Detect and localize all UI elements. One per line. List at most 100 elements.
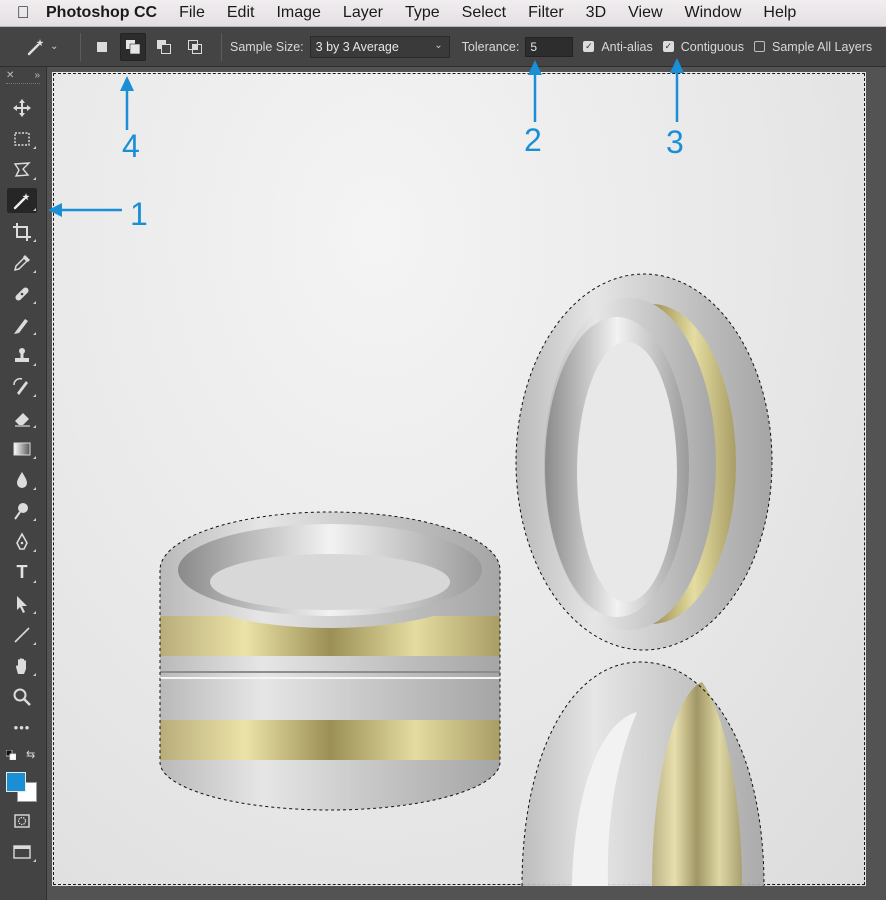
mac-menu-bar:  Photoshop CC File Edit Image Layer Typ… — [0, 0, 886, 27]
chevron-down-icon: ⌄ — [434, 39, 443, 51]
tools-panel: ✕ » T ••• ⇆ — [0, 67, 47, 900]
swap-colors-icon[interactable]: ⇆ — [26, 748, 35, 761]
add-to-selection-button[interactable] — [120, 32, 146, 61]
menu-view[interactable]: View — [628, 4, 662, 22]
path-selection-tool[interactable] — [7, 591, 37, 616]
left-ring — [159, 511, 501, 811]
move-icon — [13, 98, 31, 117]
annotation-label-4: 4 — [122, 128, 140, 164]
dodge-tool[interactable] — [7, 498, 37, 523]
hand-tool[interactable] — [7, 653, 37, 678]
eraser-tool[interactable] — [7, 405, 37, 430]
bandage-icon — [15, 286, 29, 301]
contiguous-checkbox[interactable]: ✓ — [662, 41, 674, 52]
screen-mode-icon — [13, 844, 31, 859]
default-colors-icon[interactable] — [6, 750, 16, 760]
history-brush-icon — [13, 377, 28, 395]
brush-tool[interactable] — [7, 312, 37, 337]
type-icon: T — [16, 562, 28, 582]
magnifier-icon — [13, 688, 31, 706]
tool-preset-picker[interactable]: ⌄ — [26, 32, 72, 62]
annotation-label-2: 2 — [524, 122, 542, 158]
lasso-tool[interactable] — [7, 157, 37, 182]
dodge-icon — [14, 502, 28, 520]
gradient-icon — [13, 442, 31, 455]
type-tool[interactable]: T — [7, 560, 37, 585]
sample-size-select[interactable]: 3 by 3 Average ⌄ — [309, 35, 450, 58]
hand-icon — [16, 657, 26, 674]
anti-alias-option[interactable]: ✓ Anti-alias — [583, 39, 653, 54]
healing-brush-tool[interactable] — [7, 281, 37, 306]
crop-icon — [13, 222, 31, 241]
color-swatches: ⇆ — [0, 746, 46, 808]
eyedropper-tool[interactable] — [7, 250, 37, 275]
gradient-tool[interactable] — [7, 436, 37, 461]
magic-wand-icon — [13, 192, 30, 209]
screen-mode-button[interactable] — [7, 839, 37, 864]
menu-type[interactable]: Type — [405, 4, 440, 22]
polygonal-lasso-icon — [13, 161, 31, 177]
divider — [80, 32, 81, 61]
close-icon[interactable]: ✕ — [6, 70, 14, 81]
rectangular-marquee-icon — [14, 131, 30, 146]
anti-alias-checkbox[interactable]: ✓ — [583, 41, 595, 52]
tolerance-label: Tolerance: — [461, 39, 520, 54]
intersect-selection-icon — [188, 39, 202, 54]
new-selection-button[interactable] — [89, 33, 115, 61]
crop-tool[interactable] — [7, 219, 37, 244]
blur-tool[interactable] — [7, 467, 37, 492]
brush-icon — [14, 318, 28, 334]
menu-image[interactable]: Image — [276, 4, 320, 22]
right-ring — [515, 273, 773, 886]
collapse-icon[interactable]: » — [34, 70, 40, 81]
zoom-tool[interactable] — [7, 684, 37, 709]
menu-file[interactable]: File — [179, 4, 205, 22]
tolerance-input[interactable] — [525, 36, 574, 57]
new-selection-icon — [97, 41, 107, 52]
more-tools-button[interactable]: ••• — [7, 715, 37, 740]
app-menu[interactable]: Photoshop CC — [46, 4, 157, 22]
subtract-from-selection-icon — [157, 39, 171, 54]
marquee-tool[interactable] — [7, 126, 37, 151]
pen-icon — [16, 531, 28, 550]
divider — [221, 32, 222, 61]
more-icon: ••• — [13, 720, 31, 735]
sample-size-value: 3 by 3 Average — [315, 39, 399, 54]
intersect-selection-button[interactable] — [182, 33, 208, 61]
sample-all-layers-label: Sample All Layers — [772, 39, 873, 54]
clone-stamp-tool[interactable] — [7, 343, 37, 368]
contiguous-option[interactable]: ✓ Contiguous — [662, 40, 744, 54]
menu-edit[interactable]: Edit — [227, 4, 255, 22]
eraser-icon — [15, 412, 30, 427]
menu-select[interactable]: Select — [462, 4, 506, 22]
sample-all-layers-checkbox[interactable] — [754, 41, 766, 52]
add-to-selection-icon — [126, 39, 141, 54]
quick-mask-icon — [14, 813, 30, 828]
quick-mask-button[interactable] — [7, 808, 37, 833]
history-brush-tool[interactable] — [7, 374, 37, 399]
subtract-from-selection-button[interactable] — [151, 33, 177, 61]
stamp-icon — [15, 347, 29, 362]
line-tool[interactable] — [7, 622, 37, 647]
options-bar: ⌄ Sample Size: 3 by 3 Average ⌄ Toleranc… — [0, 27, 886, 67]
foreground-color-swatch[interactable] — [6, 772, 26, 792]
move-tool[interactable] — [7, 95, 37, 120]
menu-layer[interactable]: Layer — [343, 4, 383, 22]
magic-wand-icon — [27, 38, 44, 55]
menu-window[interactable]: Window — [685, 4, 742, 22]
sample-size-label: Sample Size: — [230, 39, 304, 54]
menu-filter[interactable]: Filter — [528, 4, 564, 22]
annotation-label-1: 1 — [130, 196, 148, 232]
panel-grip[interactable] — [6, 83, 40, 87]
drop-icon — [17, 471, 27, 488]
anti-alias-label: Anti-alias — [601, 39, 653, 54]
sample-all-layers-option[interactable]: Sample All Layers — [754, 40, 872, 54]
document-canvas[interactable] — [52, 72, 866, 886]
apple-menu-icon[interactable]:  — [0, 3, 46, 23]
menu-3d[interactable]: 3D — [586, 4, 606, 22]
pen-tool[interactable] — [7, 529, 37, 554]
annotation-label-3: 3 — [666, 124, 684, 160]
tools-panel-header: ✕ » — [0, 67, 46, 83]
menu-help[interactable]: Help — [763, 4, 796, 22]
magic-wand-tool[interactable] — [7, 188, 37, 213]
